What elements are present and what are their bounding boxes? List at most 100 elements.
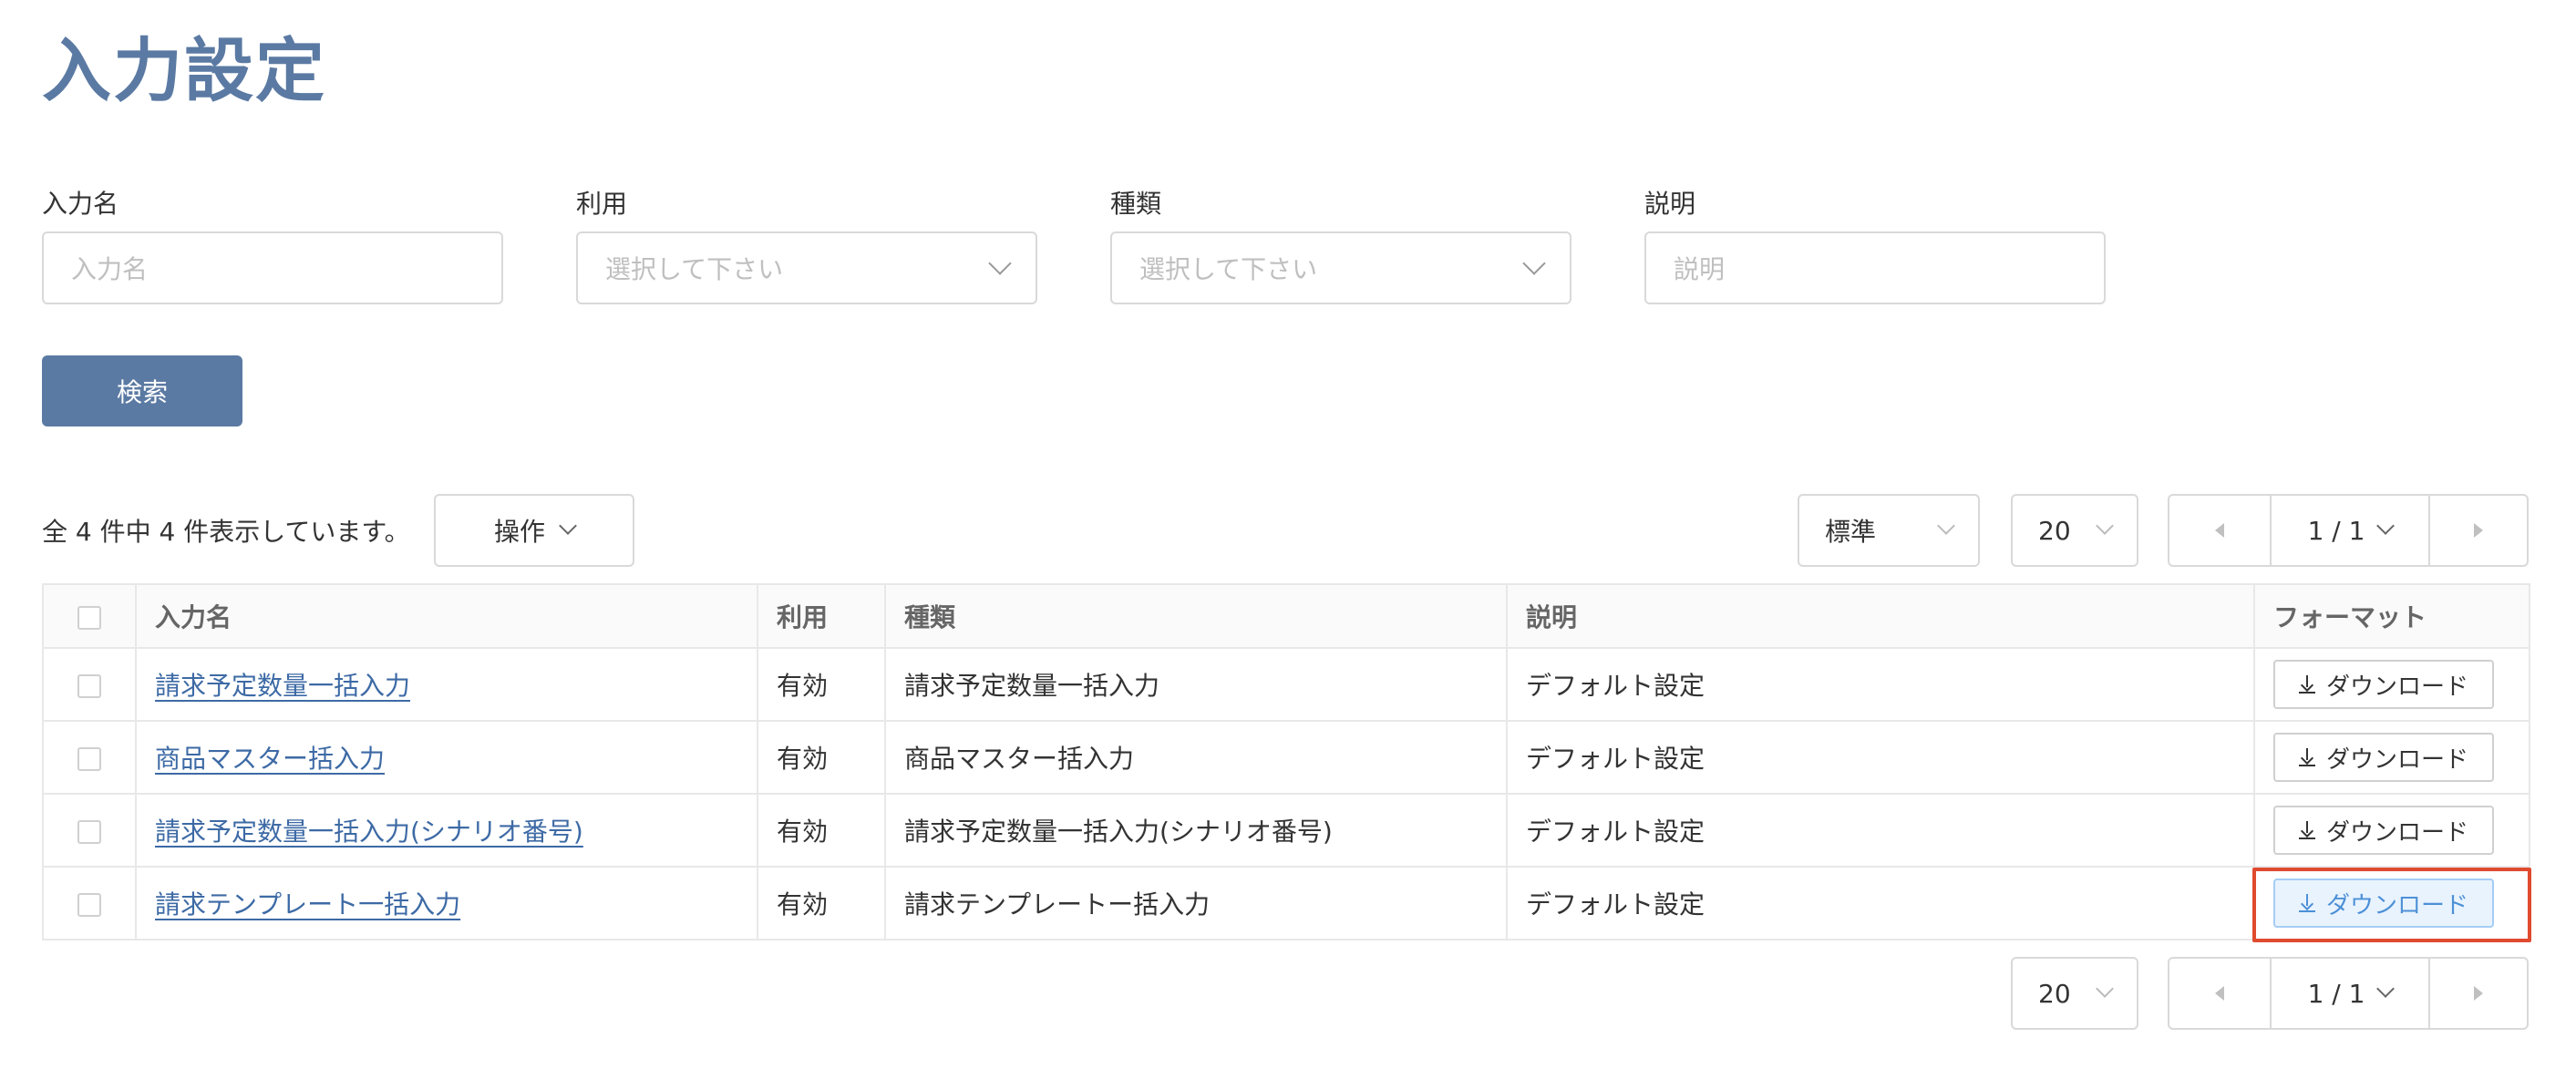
page-select-value: 1 / 1 <box>2307 515 2365 546</box>
row-checkbox[interactable] <box>77 819 101 844</box>
type-select[interactable]: 選択して下さい <box>1110 231 1571 304</box>
row-name-link[interactable]: 請求予定数量一括入力(シナリオ番号) <box>155 817 583 847</box>
chevron-down-icon <box>1522 252 1546 275</box>
select-all-checkbox[interactable] <box>77 605 101 630</box>
row-name-link[interactable]: 請求予定数量一括入力 <box>155 671 410 701</box>
download-icon <box>2298 894 2315 912</box>
filter-name-label: 入力名 <box>42 189 119 219</box>
download-button-label: ダウンロード <box>2325 673 2468 701</box>
download-button-label: ダウンロード <box>2325 745 2468 774</box>
row-select-cell <box>42 793 137 868</box>
row-type-cell: 請求予定数量一括入力 <box>884 647 1508 722</box>
caret-left-icon <box>2215 986 2224 1001</box>
row-select-cell <box>42 866 137 940</box>
row-name-link[interactable]: 請求テンプレート一括入力 <box>155 889 460 920</box>
page-select[interactable]: 1 / 1 <box>2270 496 2430 565</box>
top-pager: 1 / 1 <box>2168 494 2529 567</box>
row-name-link[interactable]: 商品マスター括入力 <box>155 744 385 774</box>
row-select-cell <box>42 720 137 795</box>
actions-dropdown-label: 操作 <box>493 517 545 547</box>
header-name[interactable]: 入力名 <box>135 583 758 649</box>
prev-page-button[interactable] <box>2169 496 2270 565</box>
filter-name-group: 入力名 入力名 <box>42 186 503 304</box>
filter-usage-label: 利用 <box>576 189 628 219</box>
header-usage[interactable]: 利用 <box>757 583 886 649</box>
type-select-placeholder: 選択して下さい <box>1139 254 1318 284</box>
page-title: 入力設定 <box>42 30 326 111</box>
row-checkbox[interactable] <box>77 892 101 917</box>
actions-dropdown[interactable]: 操作 <box>434 494 634 567</box>
download-button[interactable]: ダウンロード <box>2273 806 2494 855</box>
row-select-cell <box>42 647 137 722</box>
download-button[interactable]: ダウンロード <box>2273 660 2494 709</box>
filter-description-label: 説明 <box>1644 189 1696 219</box>
row-checkbox[interactable] <box>77 673 101 698</box>
bottom-page-size-select[interactable]: 20 <box>2011 957 2138 1030</box>
usage-select[interactable]: 選択して下さい <box>576 231 1037 304</box>
bottom-page-select[interactable]: 1 / 1 <box>2270 959 2430 1028</box>
download-icon <box>2298 675 2315 694</box>
row-type-cell: 商品マスター括入力 <box>884 720 1508 795</box>
table-row: 請求予定数量一括入力 有効 請求予定数量一括入力 デフォルト設定 ダウンロード <box>42 647 2530 722</box>
row-description-cell: デフォルト設定 <box>1506 720 2255 795</box>
input-settings-table: 入力名 利用 種類 説明 フォーマット 請求予定数量一括入力 有効 請求予定数量… <box>42 583 2530 940</box>
row-description-cell: デフォルト設定 <box>1506 866 2255 940</box>
bottom-next-page-button[interactable] <box>2430 959 2527 1028</box>
select-all-cell <box>42 583 137 649</box>
filter-usage-group: 利用 選択して下さい <box>576 186 1037 304</box>
view-select[interactable]: 標準 <box>1798 494 1980 567</box>
download-button-label: ダウンロード <box>2325 818 2468 847</box>
bottom-page-select-value: 1 / 1 <box>2307 978 2365 1009</box>
header-format: フォーマット <box>2253 583 2530 649</box>
download-button[interactable]: ダウンロード <box>2273 733 2494 782</box>
download-button-active[interactable]: ダウンロード <box>2273 879 2494 928</box>
row-type-cell: 請求予定数量一括入力(シナリオ番号) <box>884 793 1508 868</box>
row-usage-cell: 有効 <box>757 720 886 795</box>
bottom-page-size-value: 20 <box>2038 978 2071 1009</box>
row-name-cell: 商品マスター括入力 <box>135 720 758 795</box>
caret-left-icon <box>2215 523 2224 538</box>
chevron-down-icon <box>988 252 1012 275</box>
header-type[interactable]: 種類 <box>884 583 1508 649</box>
header-description[interactable]: 説明 <box>1506 583 2255 649</box>
search-button[interactable]: 検索 <box>42 355 242 426</box>
chevron-down-icon <box>2376 980 2396 998</box>
view-select-value: 標準 <box>1825 517 1877 547</box>
row-usage-cell: 有効 <box>757 647 886 722</box>
table-row: 請求テンプレート一括入力 有効 請求テンプレートー括入力 デフォルト設定 ダウン… <box>42 866 2530 940</box>
row-name-cell: 請求予定数量一括入力(シナリオ番号) <box>135 793 758 868</box>
row-type-cell: 請求テンプレートー括入力 <box>884 866 1508 940</box>
chevron-down-icon <box>2096 517 2114 535</box>
description-input-placeholder: 説明 <box>1674 254 1726 284</box>
caret-right-icon <box>2474 523 2483 538</box>
row-usage-cell: 有効 <box>757 793 886 868</box>
row-name-cell: 請求予定数量一括入力 <box>135 647 758 722</box>
filter-description-group: 説明 説明 <box>1644 186 2106 304</box>
row-description-cell: デフォルト設定 <box>1506 793 2255 868</box>
table-row: 商品マスター括入力 有効 商品マスター括入力 デフォルト設定 ダウンロード <box>42 720 2530 795</box>
name-input[interactable]: 入力名 <box>42 231 503 304</box>
row-usage-cell: 有効 <box>757 866 886 940</box>
chevron-down-icon <box>559 517 577 535</box>
page-size-select[interactable]: 20 <box>2011 494 2138 567</box>
chevron-down-icon <box>1937 517 1955 535</box>
row-description-cell: デフォルト設定 <box>1506 647 2255 722</box>
download-button-label: ダウンロード <box>2325 891 2468 920</box>
filter-type-label: 種類 <box>1110 189 1162 219</box>
bottom-pager: 1 / 1 <box>2168 957 2529 1030</box>
result-count: 全 4 件中 4 件表示しています。 <box>42 517 410 547</box>
bottom-prev-page-button[interactable] <box>2169 959 2270 1028</box>
row-format-cell: ダウンロード <box>2253 720 2530 795</box>
chevron-down-icon <box>2096 980 2114 998</box>
row-format-cell: ダウンロード <box>2253 647 2530 722</box>
table-header-row: 入力名 利用 種類 説明 フォーマット <box>42 583 2530 649</box>
row-checkbox[interactable] <box>77 746 101 771</box>
download-icon <box>2298 748 2315 766</box>
next-page-button[interactable] <box>2430 496 2527 565</box>
caret-right-icon <box>2474 986 2483 1001</box>
row-format-cell: ダウンロード <box>2253 793 2530 868</box>
usage-select-placeholder: 選択して下さい <box>605 254 784 284</box>
filter-type-group: 種類 選択して下さい <box>1110 186 1571 304</box>
description-input[interactable]: 説明 <box>1644 231 2106 304</box>
chevron-down-icon <box>2376 517 2396 535</box>
